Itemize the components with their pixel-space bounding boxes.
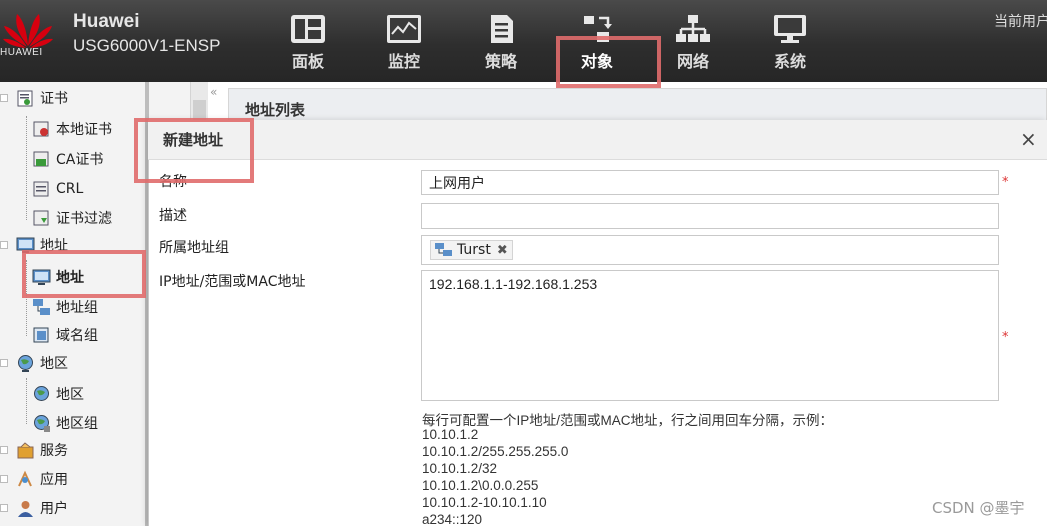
system-icon [774, 15, 806, 43]
description-field[interactable] [421, 203, 999, 229]
hint-example: 10.10.1.2/255.255.255.0 [422, 444, 569, 459]
sidebar-item-label: CA证书 [56, 152, 104, 168]
chip-remove-icon[interactable]: ✖ [497, 243, 508, 258]
nav-policy-label: 策略 [484, 52, 517, 71]
highlight-box-object-nav [556, 36, 661, 88]
sidebar-item-ca-certificate[interactable]: CA证书 [32, 147, 103, 171]
sidebar-item-certificate[interactable]: 证书 [0, 86, 68, 110]
sidebar-item-local-certificate[interactable]: 本地证书 [32, 117, 112, 141]
address-group-icon [33, 298, 50, 315]
nav-network-label: 网络 [676, 52, 709, 71]
ip-address-label: IP地址/范围或MAC地址 [159, 274, 306, 290]
sidebar-item-application[interactable]: 应用 [0, 467, 68, 491]
hint-example: 10.10.1.2-10.10.1.10 [422, 495, 547, 510]
address-list-title: 地址列表 [245, 101, 306, 119]
sidebar-item-label: CRL [56, 181, 84, 197]
sidebar-item-label: 证书过滤 [56, 211, 112, 227]
sidebar-item-address-group[interactable]: 地址组 [32, 295, 98, 319]
sidebar-item-label: 用户 [40, 501, 68, 517]
device-model: USG6000V1-ENSP [73, 36, 221, 55]
sidebar-item-label: 地址组 [56, 300, 98, 316]
sidebar-item-service[interactable]: 服务 [0, 438, 68, 462]
region-item-icon [34, 385, 49, 401]
sidebar-item-crl[interactable]: CRL [32, 177, 83, 201]
top-bar: HUAWEI Huawei USG6000V1-ENSP 面板 监控 策略 对象… [0, 0, 1047, 82]
nav-dashboard[interactable]: 面板 [273, 14, 343, 76]
address-group-icon [435, 243, 452, 256]
tree-connector [26, 378, 27, 424]
certificate-filter-icon [33, 210, 49, 225]
dashboard-icon [291, 15, 325, 43]
nav-system[interactable]: 系统 [755, 14, 825, 76]
sidebar-item-region-child[interactable]: 地区 [32, 382, 84, 406]
nav-policy[interactable]: 策略 [466, 14, 536, 76]
logo-text: HUAWEI [0, 47, 43, 58]
brand-name: Huawei [73, 11, 140, 32]
sidebar-item-domain-group[interactable]: 域名组 [32, 323, 98, 347]
address-group-field[interactable]: Turst ✖ [421, 235, 999, 265]
watermark-text: CSDN @墨宇 [932, 499, 1025, 517]
sidebar-item-label: 地区 [56, 387, 84, 403]
user-icon [18, 500, 33, 517]
required-mark: * [1002, 330, 1009, 345]
network-icon [676, 15, 710, 42]
service-icon [17, 441, 34, 458]
ip-address-value: 192.168.1.1-192.168.1.253 [429, 276, 598, 292]
tree-expander[interactable] [0, 359, 8, 367]
address-group-label: 所属地址组 [159, 240, 229, 256]
sidebar-item-label: 服务 [40, 443, 68, 459]
nav-dashboard-label: 面板 [291, 52, 324, 71]
tree-expander[interactable] [0, 504, 8, 512]
nav-monitor[interactable]: 监控 [369, 14, 439, 76]
sidebar-collapse-button[interactable]: « [210, 85, 217, 99]
highlight-box-address-item [22, 250, 146, 298]
current-user-label: 当前用户 [994, 14, 1047, 30]
required-mark: * [1002, 175, 1009, 190]
monitor-icon [387, 15, 421, 43]
tree-expander[interactable] [0, 94, 8, 102]
region-group-icon [34, 414, 50, 432]
tree-expander[interactable] [0, 446, 8, 454]
ip-address-textarea[interactable]: 192.168.1.1-192.168.1.253 [421, 270, 999, 401]
sidebar-item-region[interactable]: 地区 [0, 351, 68, 375]
nav-monitor-label: 监控 [387, 52, 420, 71]
tree-expander[interactable] [0, 475, 8, 483]
hint-intro: 每行可配置一个IP地址/范围或MAC地址，行之间用回车分隔，示例： [422, 413, 834, 428]
certificate-icon [17, 90, 33, 106]
sidebar-item-region-group[interactable]: 地区组 [32, 411, 98, 435]
sidebar-item-label: 地区组 [56, 416, 98, 432]
chip-label: Turst [457, 242, 491, 258]
name-field[interactable]: 上网用户 [421, 170, 999, 195]
policy-icon [491, 15, 513, 43]
dialog-header [148, 120, 1047, 160]
region-icon [18, 354, 33, 372]
sidebar-item-user[interactable]: 用户 [0, 496, 68, 520]
ca-certificate-icon [33, 151, 49, 166]
sidebar-item-certificate-filter[interactable]: 证书过滤 [32, 206, 112, 230]
local-certificate-icon [33, 121, 49, 136]
hint-example: 10.10.1.2 [422, 427, 479, 442]
crl-icon [33, 181, 49, 196]
sidebar-item-label: 应用 [40, 472, 68, 488]
close-icon[interactable]: × [1020, 127, 1037, 151]
nav-system-label: 系统 [773, 52, 806, 71]
domain-group-icon [33, 327, 49, 342]
hint-example: 10.10.1.2\0.0.0.255 [422, 478, 539, 493]
sidebar-item-label: 证书 [40, 91, 68, 107]
address-group-chip[interactable]: Turst ✖ [430, 240, 513, 260]
description-label: 描述 [159, 208, 187, 224]
nav-network[interactable]: 网络 [658, 14, 728, 76]
hint-example: 10.10.1.2/32 [422, 461, 498, 476]
name-field-value: 上网用户 [429, 175, 485, 192]
sidebar-item-label: 域名组 [56, 328, 98, 344]
tree-expander[interactable] [0, 241, 8, 249]
tree-connector [26, 116, 27, 220]
hint-example: a234::120 [422, 512, 483, 526]
application-icon [18, 470, 32, 486]
highlight-box-dialog-title [134, 118, 254, 183]
sidebar-item-label: 本地证书 [56, 122, 112, 138]
sidebar-item-label: 地区 [40, 356, 68, 372]
